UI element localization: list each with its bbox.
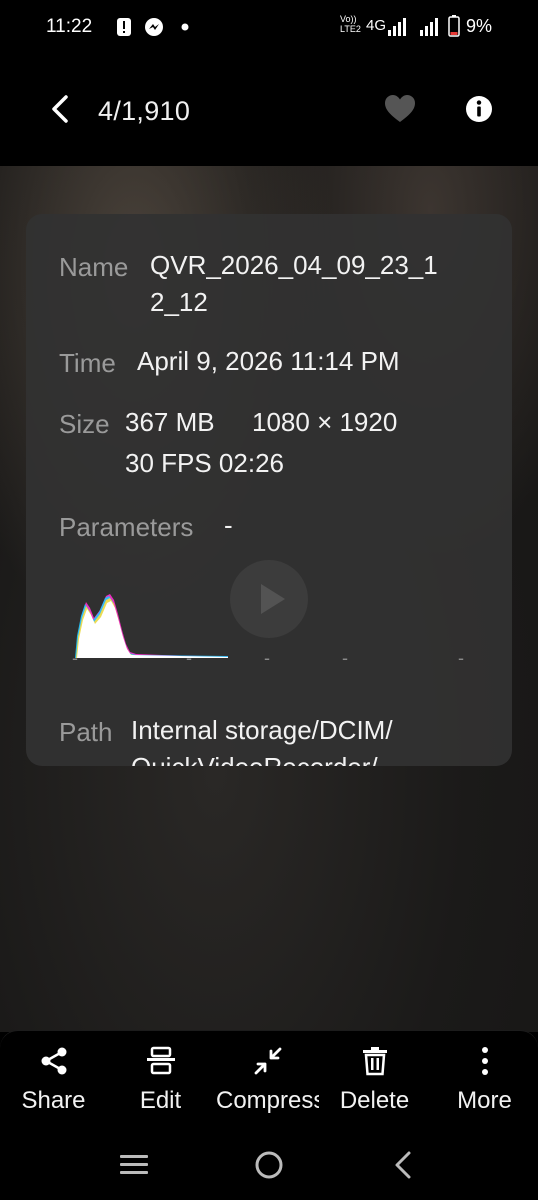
top-app-bar: 4/1,910: [0, 56, 538, 166]
share-icon: [41, 1047, 66, 1075]
bottom-toolbar: Share Edit Compress Delete More: [0, 1030, 538, 1123]
back-arrow-icon[interactable]: [46, 94, 76, 124]
play-icon: [261, 584, 285, 614]
battery-icon: [448, 15, 460, 37]
name-value-line2: 2_12: [150, 287, 208, 317]
compress-button[interactable]: Compress: [214, 1031, 321, 1123]
parameters-label: Parameters: [59, 512, 194, 542]
play-button[interactable]: [230, 560, 308, 638]
histogram-tick: -: [186, 648, 192, 668]
path-value-line2: QuickVideoRecorder/: [131, 749, 378, 766]
home-icon[interactable]: [254, 1150, 284, 1180]
more-label: More: [457, 1087, 512, 1114]
histogram-tick: -: [458, 648, 464, 668]
share-button[interactable]: Share: [0, 1031, 107, 1123]
delete-icon: [362, 1047, 387, 1076]
volte-indicator: Vo)) LTE2: [340, 14, 361, 34]
size-label: Size: [59, 409, 110, 439]
more-icon: [481, 1047, 488, 1075]
path-value-line1: Internal storage/DCIM/: [131, 715, 393, 745]
back-icon[interactable]: [392, 1150, 414, 1180]
signal-icon: [388, 18, 406, 36]
signal-icon: [420, 18, 438, 36]
share-label: Share: [21, 1087, 86, 1114]
details-panel: Name QVR_2026_04_09_23_1 2_12 Time April…: [26, 214, 512, 766]
delete-button[interactable]: Delete: [321, 1031, 428, 1123]
status-bar: 11:22 Vo)) LTE2 4G 9%: [0, 0, 538, 56]
dot-icon: [181, 23, 189, 31]
delete-label: Delete: [339, 1087, 410, 1114]
size-value: 367 MB: [125, 407, 215, 437]
time-label: Time: [59, 348, 116, 378]
parameters-value: -: [224, 510, 233, 540]
network-type: 4G: [366, 17, 387, 34]
edit-label: Edit: [139, 1087, 182, 1114]
more-button[interactable]: More: [431, 1031, 538, 1123]
messenger-icon: [145, 18, 163, 36]
fps-duration-value: 30 FPS 02:26: [125, 448, 284, 478]
heart-icon[interactable]: [384, 94, 416, 124]
histogram-tick: -: [264, 648, 270, 668]
compress-icon: [254, 1047, 281, 1075]
system-nav-bar: [0, 1122, 538, 1200]
item-counter: 4/1,910: [98, 96, 191, 126]
recent-apps-icon[interactable]: [118, 1152, 150, 1176]
histogram-tick: -: [72, 648, 78, 668]
histogram-tick: -: [342, 648, 348, 668]
alert-icon: [117, 18, 131, 36]
histogram: [75, 594, 228, 658]
battery-percent: 9%: [465, 16, 492, 36]
status-time: 11:22: [46, 16, 93, 37]
name-label: Name: [59, 252, 129, 282]
resolution-value: 1080 × 1920: [252, 407, 398, 437]
edit-button[interactable]: Edit: [107, 1031, 214, 1123]
path-label: Path: [59, 717, 113, 747]
time-value: April 9, 2026 11:14 PM: [137, 346, 400, 376]
info-icon[interactable]: [464, 94, 494, 124]
edit-icon: [146, 1046, 175, 1075]
name-value-line1: QVR_2026_04_09_23_1: [150, 250, 438, 280]
compress-label: Compress: [216, 1087, 319, 1114]
